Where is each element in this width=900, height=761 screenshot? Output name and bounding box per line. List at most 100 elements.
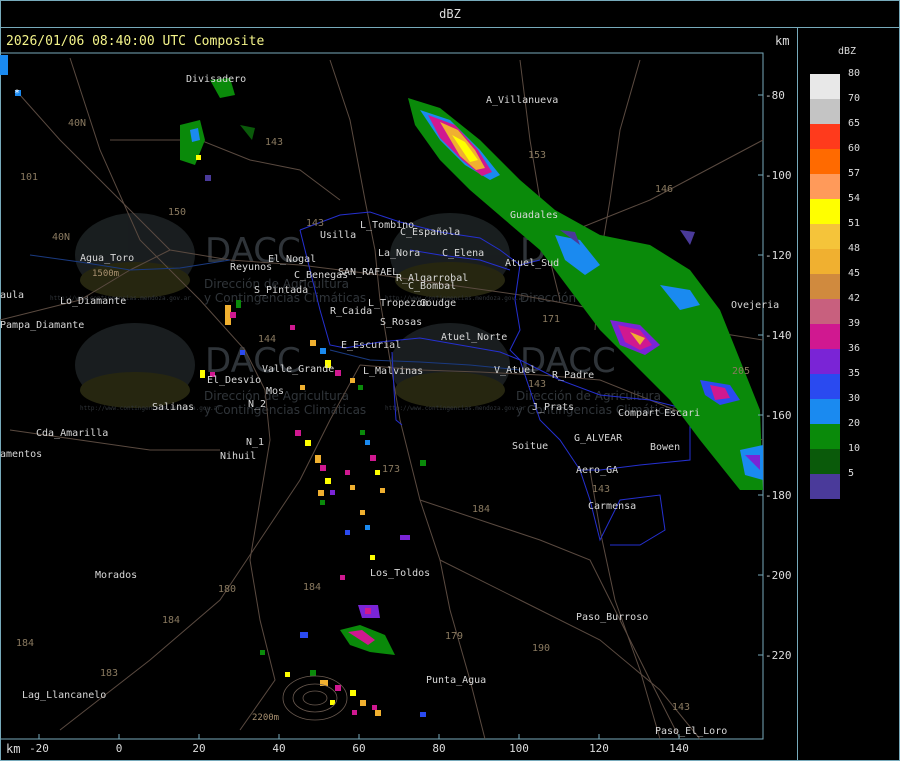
y-axis-unit: km	[775, 34, 790, 48]
legend-swatch	[810, 274, 840, 299]
place-label: E_Escurial	[341, 340, 401, 351]
place-label: aula	[0, 290, 24, 301]
legend-unit: dBZ	[838, 46, 857, 57]
route-label: 144	[258, 334, 276, 345]
place-label: Salinas	[152, 402, 194, 413]
place-label: V_Atuel	[494, 365, 536, 376]
place-label: Ovejeria	[731, 300, 779, 311]
watermark-url: http://www.contingencias.mendoza.gov.ar	[80, 405, 221, 412]
legend-swatch	[810, 124, 840, 149]
route-label: 184	[16, 638, 34, 649]
y-tick-label: -180	[765, 489, 792, 502]
place-label: Punta_Agua	[426, 675, 486, 686]
watermark-url: http://www.contingencias.mendoza.gov.ar	[385, 405, 526, 412]
route-label: 40N	[68, 118, 86, 129]
route-label: 179	[445, 631, 463, 642]
y-tick-label: -80	[765, 89, 785, 102]
legend-label: 54	[848, 193, 861, 204]
route-label: 184	[162, 615, 180, 626]
route-label: 184	[472, 504, 490, 515]
route-label: 180	[218, 584, 236, 595]
legend-swatch	[810, 324, 840, 349]
place-label: A_Villanueva	[486, 95, 558, 106]
place-label: 2200m	[252, 713, 279, 723]
place-label: Guadales	[510, 210, 558, 221]
place-label: Carmensa	[588, 501, 636, 512]
y-axis-labels: -80 -100 -120 -140 -160 -180 -200 -220	[765, 89, 792, 662]
legend-separator	[797, 28, 798, 761]
legend-swatch	[810, 449, 840, 474]
terrain-contours	[282, 675, 348, 721]
legend-label: 80	[848, 68, 861, 79]
y-tick-label: -140	[765, 329, 792, 342]
place-label: La_Nora	[378, 248, 420, 259]
route-label: 101	[20, 172, 38, 183]
place-label: Lo_Diamante	[60, 296, 126, 307]
legend-swatch	[810, 199, 840, 224]
route-label: 171	[542, 314, 560, 325]
place-label: Nihuil	[220, 451, 256, 462]
place-label: Cda_Amarilla	[36, 428, 108, 439]
legend-swatch	[810, 399, 840, 424]
legend-label: 30	[848, 393, 861, 404]
legend-swatch	[810, 74, 840, 99]
place-label: Compart	[618, 408, 660, 419]
legend-label: 36	[848, 343, 861, 354]
place-label: Paso_Burroso	[576, 612, 648, 623]
place-label: S_Rosas	[380, 317, 422, 328]
legend-label: 51	[848, 218, 861, 229]
route-label: 143	[672, 702, 690, 713]
legend-swatch	[810, 424, 840, 449]
route-label: 205	[732, 366, 750, 377]
place-label: L_Malvinas	[363, 366, 423, 377]
y-tick-label: -100	[765, 169, 792, 182]
place-label: C_Elena	[442, 248, 484, 259]
route-label: 183	[100, 668, 118, 679]
legend-label: 10	[848, 443, 861, 454]
route-label: 146	[655, 184, 673, 195]
place-label: Mos	[266, 386, 284, 397]
place-label: El_Desvio	[207, 375, 261, 386]
x-axis-unit: km	[6, 742, 21, 756]
legend-label: 70	[848, 93, 861, 104]
place-label: G_ALVEAR	[574, 433, 623, 444]
route-label: 40N	[52, 232, 70, 243]
legend-swatch	[810, 99, 840, 124]
x-tick-label: 20	[192, 742, 205, 755]
place-label: Lag_Llancanelo	[22, 690, 106, 701]
radar-center-marker: *	[14, 88, 20, 99]
x-axis-ticks	[38, 734, 680, 739]
route-label: 173	[382, 464, 400, 475]
route-label: 143	[265, 137, 283, 148]
legend-label: 20	[848, 418, 861, 429]
radar-map[interactable]: DACC Dirección de Agricultura y Continge…	[0, 0, 900, 761]
legend-swatch	[810, 224, 840, 249]
route-label: 184	[303, 582, 321, 593]
x-tick-label: 60	[352, 742, 365, 755]
place-label: Usilla	[320, 230, 356, 241]
legend-swatch	[810, 374, 840, 399]
x-tick-label: 120	[589, 742, 609, 755]
legend-label: 48	[848, 243, 861, 254]
y-tick-label: -120	[765, 249, 792, 262]
place-label: N_2	[248, 399, 266, 410]
place-label: C_Española	[400, 227, 460, 238]
x-tick-label: -20	[29, 742, 49, 755]
x-tick-label: 100	[509, 742, 529, 755]
legend-swatch	[810, 474, 840, 499]
place-label: Goudge	[420, 298, 456, 309]
place-label: SAN_RAFAEL	[338, 267, 398, 278]
y-tick-label: -220	[765, 649, 792, 662]
legend-label: 60	[848, 143, 861, 154]
place-label: Aero_GA	[576, 465, 618, 476]
route-label: 143	[592, 484, 610, 495]
legend-label: 57	[848, 168, 861, 179]
x-tick-label: 0	[116, 742, 123, 755]
legend-label: 45	[848, 268, 861, 279]
legend-swatch	[810, 149, 840, 174]
place-label: R_Padre	[552, 370, 594, 381]
place-label: 1500m	[92, 269, 119, 279]
route-label: 143	[528, 379, 546, 390]
place-label: Divisadero	[186, 74, 246, 85]
legend-label: 5	[848, 468, 855, 479]
